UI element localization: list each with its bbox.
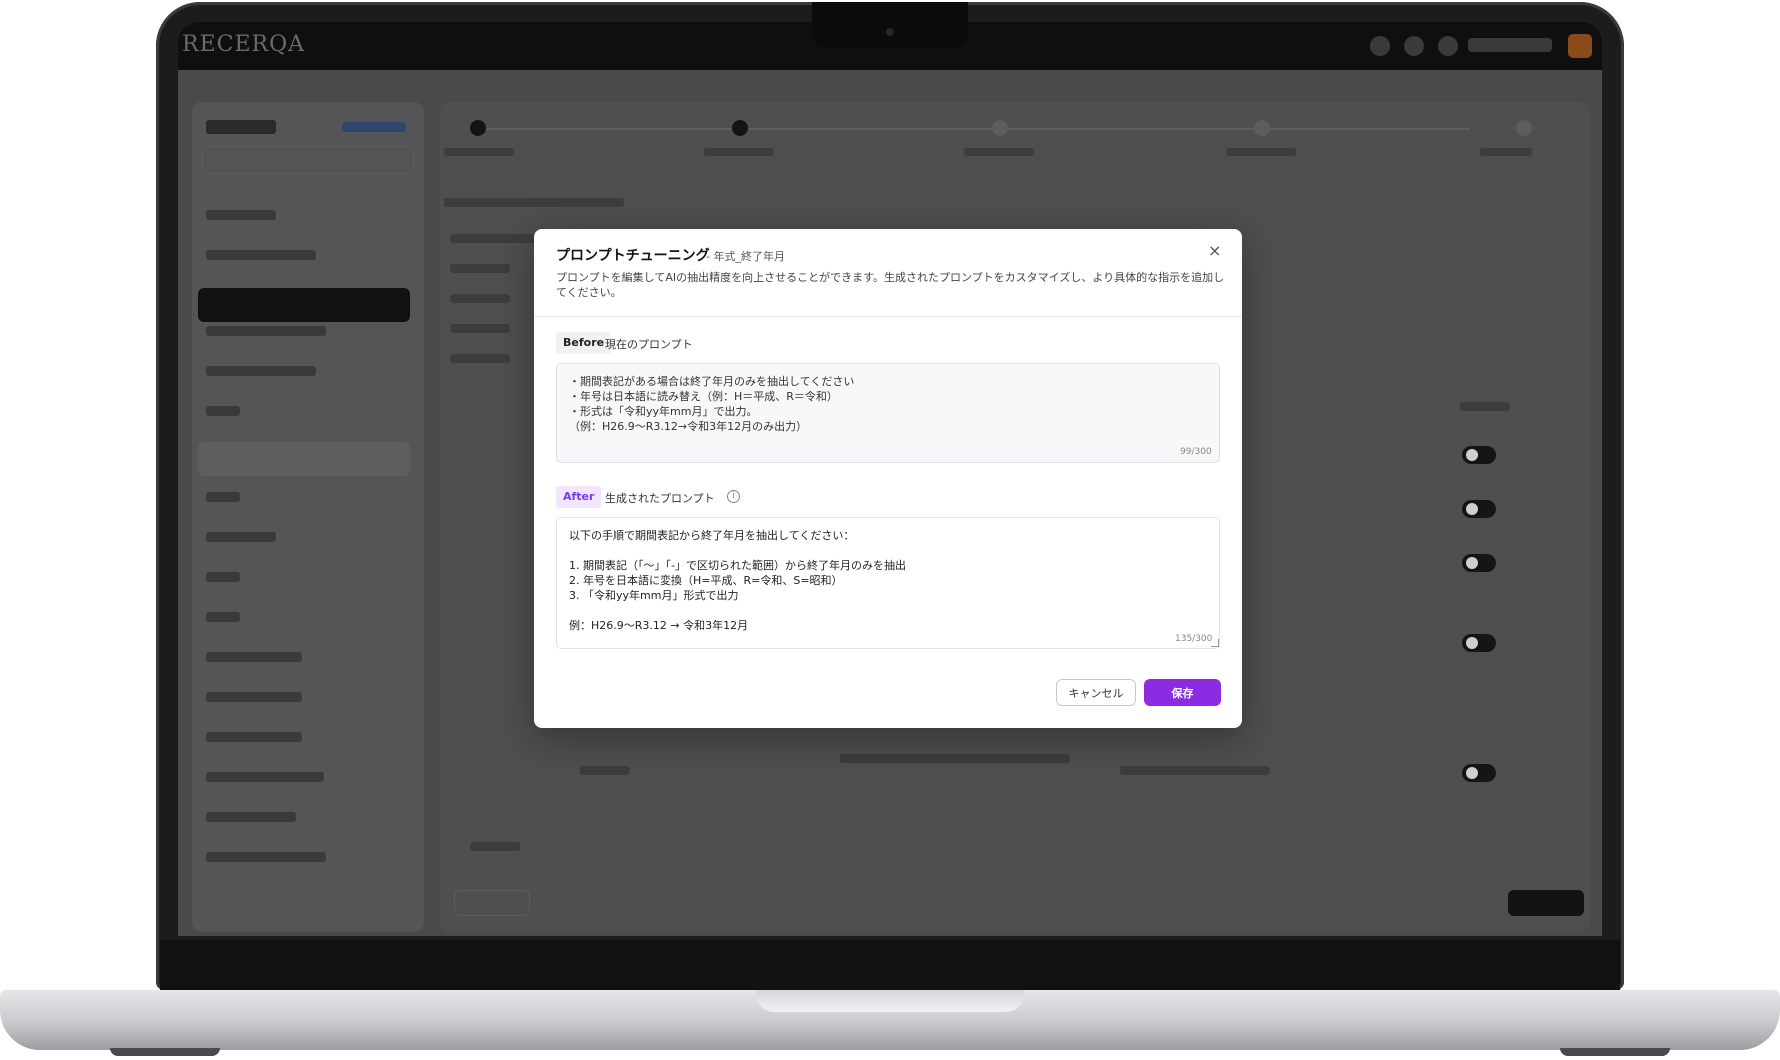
laptop-bezel-bottom — [160, 940, 1620, 990]
add-row-link[interactable] — [470, 842, 520, 851]
step-label — [1226, 148, 1296, 156]
current-prompt-textarea[interactable]: ・期間表記がある場合は終了年月のみを抽出してください ・年号は日本語に読み替え（… — [556, 363, 1220, 463]
prompt-line — [450, 294, 510, 303]
prompt-line — [450, 354, 510, 363]
sidebar-item[interactable] — [206, 532, 276, 542]
camera — [886, 28, 894, 36]
bell-icon[interactable] — [1404, 36, 1424, 56]
sidebar-item[interactable] — [206, 772, 324, 782]
sidebar-item[interactable] — [206, 692, 302, 702]
rule-toggle[interactable] — [1462, 500, 1496, 518]
sidebar-item[interactable] — [206, 406, 240, 416]
section-heading — [444, 198, 624, 207]
step-1-dot — [470, 120, 486, 136]
sidebar-item[interactable] — [206, 326, 326, 336]
after-char-count: 135/300 — [1175, 634, 1213, 644]
sidebar-item[interactable] — [206, 250, 316, 260]
dialog-title: プロンプトチューニング — [556, 248, 710, 264]
sidebar-item[interactable] — [206, 652, 302, 662]
sidebar-item[interactable] — [206, 572, 240, 582]
step-label — [704, 148, 774, 156]
step-5-dot — [1516, 120, 1532, 136]
sidebar-item-active[interactable] — [198, 288, 410, 322]
row-text — [1120, 766, 1270, 775]
column-header — [1460, 402, 1510, 411]
step-4-dot — [1254, 120, 1270, 136]
rule-toggle[interactable] — [1462, 554, 1496, 572]
prompt-tuning-dialog: プロンプトチューニング - 年式_終了年月 × プロンプトを編集してAIの抽出精… — [534, 229, 1242, 728]
dialog-description: プロンプトを編集してAIの抽出精度を向上させることができます。生成されたプロンプ… — [556, 271, 1225, 299]
back-button[interactable] — [454, 890, 530, 916]
stepper-line — [480, 128, 1470, 130]
user-name[interactable] — [1468, 38, 1552, 52]
sidebar-item[interactable] — [206, 732, 302, 742]
step-label — [964, 148, 1034, 156]
prompt-line — [450, 324, 510, 333]
step-label — [1480, 148, 1532, 156]
laptop-opening-notch — [756, 990, 1024, 1012]
camera-notch — [812, 2, 968, 48]
resize-handle-icon[interactable] — [1211, 639, 1219, 647]
next-button[interactable] — [1508, 890, 1584, 916]
laptop-foot — [1560, 1048, 1670, 1056]
step-3-dot — [992, 120, 1008, 136]
before-char-count: 99/300 — [1180, 447, 1212, 457]
close-icon[interactable]: × — [1208, 241, 1221, 260]
cancel-button[interactable]: キャンセル — [1056, 679, 1136, 706]
before-label: 現在のプロンプト — [605, 338, 693, 351]
after-tag: After — [556, 486, 602, 508]
sidebar-item[interactable] — [206, 852, 326, 862]
brand-logo: RECERQA — [182, 32, 306, 57]
step-label — [444, 148, 514, 156]
sidebar-title — [206, 120, 276, 134]
sidebar — [192, 102, 424, 932]
sidebar-item[interactable] — [206, 366, 316, 376]
rule-toggle[interactable] — [1462, 634, 1496, 652]
generated-prompt-textarea[interactable]: 以下の手順で期間表記から終了年月を抽出してください： 1. 期間表記（「～」「-… — [556, 517, 1220, 649]
sidebar-item[interactable] — [206, 210, 276, 220]
save-button[interactable]: 保存 — [1144, 679, 1221, 706]
sidebar-item[interactable] — [206, 492, 240, 502]
sidebar-item[interactable] — [206, 612, 240, 622]
dialog-subtitle: - 年式_終了年月 — [706, 250, 785, 263]
after-label: 生成されたプロンプト — [605, 492, 715, 505]
help-icon[interactable] — [1438, 36, 1458, 56]
laptop-foot — [110, 1048, 220, 1056]
grid-icon[interactable] — [1370, 36, 1390, 56]
new-rule-link[interactable] — [342, 122, 406, 132]
dialog-header: プロンプトチューニング - 年式_終了年月 × プロンプトを編集してAIの抽出精… — [534, 229, 1242, 317]
info-icon[interactable]: i — [727, 490, 740, 503]
sidebar-item[interactable] — [206, 812, 296, 822]
sidebar-item-hover[interactable] — [198, 442, 410, 476]
row-label — [580, 766, 630, 775]
avatar[interactable] — [1568, 34, 1592, 58]
sidebar-search-input[interactable] — [202, 146, 414, 174]
prompt-line — [450, 264, 510, 273]
rule-toggle[interactable] — [1462, 764, 1496, 782]
before-tag: Before — [556, 332, 612, 354]
step-2-dot — [732, 120, 748, 136]
rule-toggle[interactable] — [1462, 446, 1496, 464]
row-text — [840, 754, 1070, 763]
